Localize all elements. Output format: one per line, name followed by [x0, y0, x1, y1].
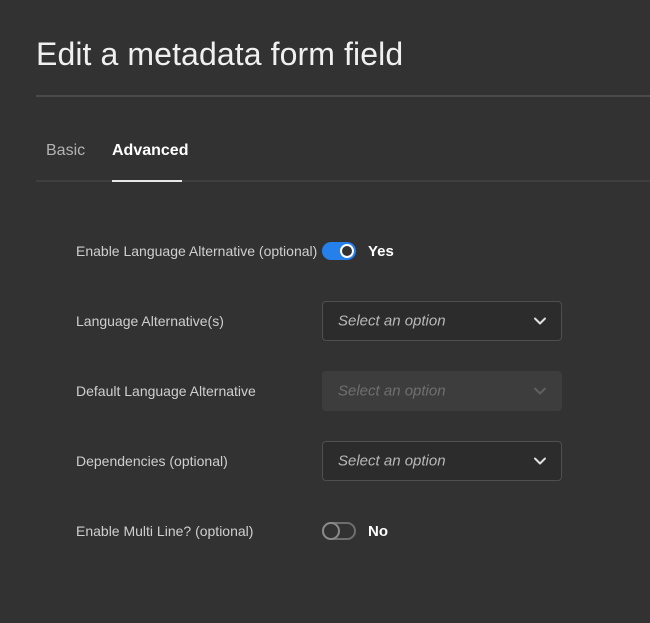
- tab-selected-indicator: [112, 180, 182, 182]
- language-alternative-switch[interactable]: Yes: [322, 242, 394, 260]
- multi-line-toggle-label: Enable Multi Line? (optional): [76, 523, 254, 539]
- multi-line-switch-state: No: [368, 522, 388, 540]
- tab-advanced[interactable]: Advanced: [112, 142, 188, 160]
- switch-track-on[interactable]: [322, 242, 356, 260]
- default-language-alternative-select: Select an option: [322, 371, 562, 411]
- row-dependencies: Dependencies (optional) Select an option: [76, 441, 650, 481]
- switch-knob: [340, 244, 354, 258]
- metadata-field-dialog: Edit a metadata form field Basic Advance…: [0, 0, 650, 623]
- chevron-down-icon: [534, 387, 546, 395]
- title-divider: [36, 95, 650, 97]
- chevron-down-icon: [534, 457, 546, 465]
- row-language-alternatives: Language Alternative(s) Select an option: [76, 301, 650, 341]
- default-language-alternative-label: Default Language Alternative: [76, 383, 256, 399]
- row-multi-line-toggle: Enable Multi Line? (optional) No: [76, 511, 650, 551]
- switch-track-off[interactable]: [322, 522, 356, 540]
- dependencies-select[interactable]: Select an option: [322, 441, 562, 481]
- row-language-alternative-toggle: Enable Language Alternative (optional) Y…: [76, 231, 650, 271]
- row-default-language-alternative: Default Language Alternative Select an o…: [76, 371, 650, 411]
- language-alternatives-select[interactable]: Select an option: [322, 301, 562, 341]
- default-language-alternative-placeholder: Select an option: [338, 382, 446, 400]
- dependencies-placeholder: Select an option: [338, 452, 446, 470]
- language-alternatives-label: Language Alternative(s): [76, 313, 224, 329]
- multi-line-switch[interactable]: No: [322, 522, 388, 540]
- language-alternatives-placeholder: Select an option: [338, 312, 446, 330]
- chevron-down-icon: [534, 317, 546, 325]
- language-alternative-toggle-label: Enable Language Alternative (optional): [76, 243, 318, 259]
- tab-bar: Basic Advanced: [36, 130, 650, 182]
- dependencies-label: Dependencies (optional): [76, 453, 228, 469]
- switch-knob: [322, 522, 340, 540]
- dialog-title: Edit a metadata form field: [36, 36, 404, 72]
- language-alternative-switch-state: Yes: [368, 242, 394, 260]
- tab-basic[interactable]: Basic: [46, 142, 85, 160]
